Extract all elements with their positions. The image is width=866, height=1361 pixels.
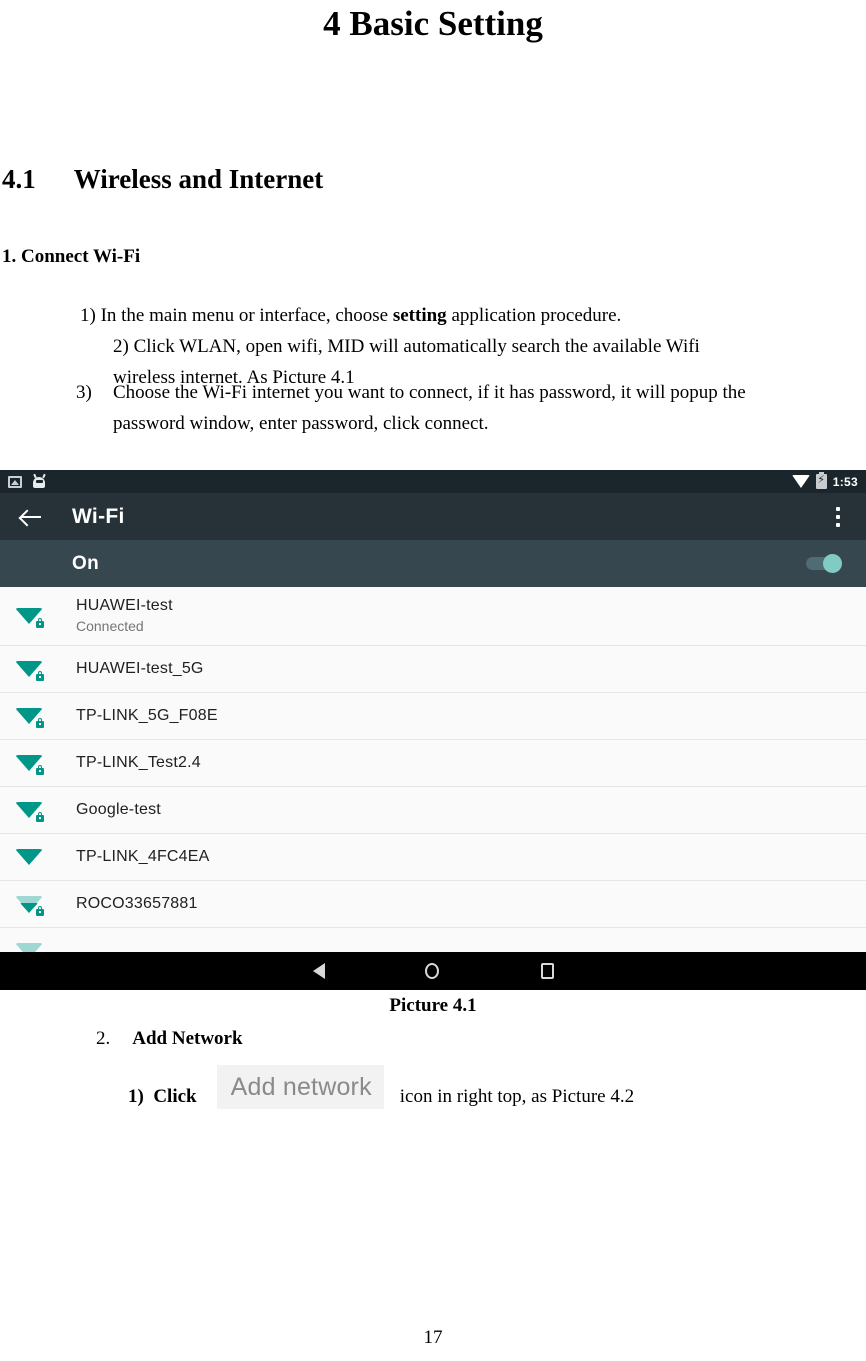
- app-bar-title: Wi-Fi: [72, 504, 125, 528]
- page-number: 17: [423, 1327, 443, 1348]
- status-bar-left-icons: [8, 473, 46, 488]
- step-1-prefix: 1) In the main menu or interface, choose: [80, 305, 393, 326]
- wifi-ssid: TP-LINK_Test2.4: [76, 754, 201, 771]
- battery-charging-icon: [815, 472, 827, 489]
- lock-icon: [36, 812, 44, 822]
- wifi-ssid: Google-test: [76, 801, 161, 818]
- section-number: 4.1: [2, 164, 36, 194]
- section-heading: 4.1 Wireless and Internet: [2, 164, 323, 195]
- wifi-network-list: HUAWEI-test Connected HUAWEI-test_5G TP-…: [0, 587, 866, 975]
- wifi-ssid: TP-LINK_4FC4EA: [76, 848, 210, 865]
- section-title: Wireless and Internet: [73, 164, 324, 194]
- wifi-ssid: HUAWEI-test: [76, 597, 173, 614]
- list-item-click-add-network: 1) Click Add network icon in right top, as…: [128, 1064, 635, 1109]
- wifi-network-row[interactable]: HUAWEI-test Connected: [0, 587, 866, 646]
- wifi-signal-icon: [12, 891, 46, 917]
- step-3-line-2: password window, enter password, click c…: [113, 413, 489, 434]
- nav-recents-icon[interactable]: [530, 954, 564, 988]
- step-1-bold: setting: [392, 305, 447, 326]
- lock-icon: [36, 618, 44, 628]
- lock-icon: [36, 718, 44, 728]
- wifi-signal-icon: [12, 797, 46, 823]
- wifi-network-row[interactable]: TP-LINK_4FC4EA: [0, 834, 866, 881]
- step-3-line-1: Choose the Wi-Fi internet you want to co…: [113, 382, 746, 403]
- list-item-add-network: 2. Add Network: [96, 1028, 243, 1050]
- wifi-signal-icon: [12, 656, 46, 682]
- lock-icon: [36, 671, 44, 681]
- status-bar-clock: 1:53: [832, 474, 858, 489]
- add-network-button-image[interactable]: Add network: [216, 1064, 384, 1109]
- lock-icon: [36, 906, 44, 916]
- screenshot-icon: [8, 475, 22, 488]
- wifi-signal-icon: [12, 750, 46, 776]
- step-2-line-1: 2) Click WLAN, open wifi, MID will autom…: [113, 336, 700, 357]
- back-arrow-icon[interactable]: [18, 504, 44, 530]
- step-1: 1) In the main menu or interface, choose…: [80, 300, 866, 331]
- sub-item-tail: icon in right top, as Picture 4.2: [399, 1086, 635, 1107]
- figure-caption: Picture 4.1: [389, 995, 477, 1016]
- android-navigation-bar: [0, 952, 866, 990]
- step-1-suffix: application procedure.: [446, 305, 622, 326]
- wifi-ssid: TP-LINK_5G_F08E: [76, 707, 218, 724]
- subsection-heading: 1. Connect Wi-Fi: [2, 246, 141, 267]
- wifi-signal-icon: [12, 603, 46, 629]
- nav-back-icon[interactable]: [302, 954, 336, 988]
- android-app-bar: Wi-Fi: [0, 493, 866, 540]
- list-item-label: Add Network: [132, 1028, 243, 1049]
- wifi-signal-icon: [12, 844, 46, 870]
- nav-home-icon[interactable]: [416, 954, 450, 988]
- wifi-network-row[interactable]: Google-test: [0, 787, 866, 834]
- wifi-network-row[interactable]: TP-LINK_5G_F08E: [0, 693, 866, 740]
- wifi-network-row[interactable]: ROCO33657881: [0, 881, 866, 928]
- wifi-ssid: ROCO33657881: [76, 895, 198, 912]
- lock-icon: [36, 765, 44, 775]
- wifi-toggle-switch[interactable]: [802, 554, 842, 573]
- step-3-number: 3): [76, 382, 92, 403]
- wifi-signal-icon: [12, 703, 46, 729]
- click-label: Click: [153, 1086, 197, 1107]
- android-debug-icon: [32, 473, 46, 488]
- status-bar-right-icons: 1:53: [791, 472, 858, 489]
- sub-item-number: 1): [128, 1086, 144, 1107]
- wifi-icon: [791, 475, 810, 488]
- wifi-ssid: HUAWEI-test_5G: [76, 660, 204, 677]
- android-status-bar: 1:53: [0, 470, 866, 493]
- overflow-menu-icon[interactable]: [824, 502, 852, 532]
- wifi-toggle-row[interactable]: On: [0, 540, 866, 587]
- figure-wifi-settings-screenshot: 1:53 Wi-Fi On HUAWEI-test Connected: [0, 470, 866, 990]
- page-title: 4 Basic Setting: [323, 4, 543, 43]
- wifi-toggle-label: On: [72, 552, 99, 574]
- wifi-network-row[interactable]: HUAWEI-test_5G: [0, 646, 866, 693]
- list-item-number: 2.: [96, 1028, 111, 1049]
- wifi-network-row[interactable]: TP-LINK_Test2.4: [0, 740, 866, 787]
- wifi-status: Connected: [76, 618, 144, 634]
